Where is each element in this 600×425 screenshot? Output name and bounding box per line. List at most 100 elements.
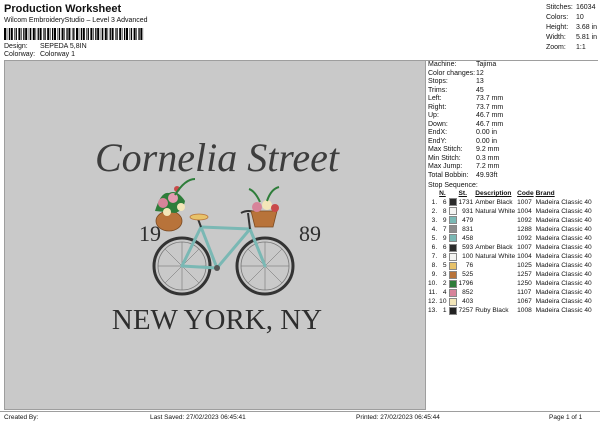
thread-brand: Madeira Classic 40 [535, 198, 593, 207]
stop-number: 7. [427, 253, 438, 262]
thread-brand: Madeira Classic 40 [535, 271, 593, 280]
stop-number: 1. [427, 198, 438, 207]
setting-label: Machine: [426, 61, 476, 70]
thread-code: 1025 [516, 262, 534, 271]
machine-setting-row: Total Bobbin:49.93ft [426, 172, 598, 181]
machine-setting-row: Max Jump:7.2 mm [426, 163, 598, 172]
stop-number: 9. [427, 271, 438, 280]
stitch-count: 403 [458, 298, 475, 307]
stop-number: 10. [427, 280, 438, 289]
needle-number: 4 [438, 289, 447, 298]
bicycle-illustration [154, 179, 293, 294]
thread-brand: Madeira Classic 40 [535, 298, 593, 307]
thread-color-swatch [449, 280, 457, 288]
stat-row: Colors:10 [546, 13, 597, 23]
color-swatch [448, 298, 458, 307]
stop-sequence-heading: Stop Sequence: [426, 181, 598, 190]
thread-color-swatch [449, 253, 457, 261]
needle-number: 9 [438, 216, 447, 225]
needle-number: 8 [438, 207, 447, 216]
bicycle-frame [182, 227, 265, 268]
thread-color-swatch [449, 307, 457, 315]
setting-label: Down: [426, 121, 476, 130]
colorway-label: Colorway: [4, 51, 38, 58]
table-row: 7.8100Natural White1004Madeira Classic 4… [427, 253, 593, 262]
stat-row: Height:3.68 in [546, 23, 597, 33]
thread-color-swatch [449, 207, 457, 215]
thread-color-swatch [449, 234, 457, 242]
setting-label: EndX: [426, 129, 476, 138]
thread-description: Natural White [474, 207, 516, 216]
column-header: Description [474, 190, 516, 198]
stop-number: 5. [427, 234, 438, 243]
bicycle-seat [190, 214, 208, 220]
flower-bouquet [155, 179, 195, 216]
setting-value: 9.2 mm [476, 146, 499, 155]
printed-date: Printed: 27/02/2023 06:45:44 [356, 414, 440, 421]
thread-description [474, 262, 516, 271]
thread-description: Ruby Black [474, 307, 516, 316]
setting-label: Stops: [426, 78, 476, 87]
stop-sequence-table: N. St. Description Code Brand 1.61731Amb… [427, 190, 593, 316]
last-saved: Last Saved: 27/02/2023 06:45:41 [150, 414, 246, 421]
design-stats: Stitches:16034 Colors:10 Height:3.68 in … [546, 3, 597, 53]
needle-number: 9 [438, 234, 447, 243]
table-row: 3.94791092Madeira Classic 40 [427, 216, 593, 225]
stitch-count: 931 [458, 207, 475, 216]
stitch-count: 479 [458, 216, 475, 225]
setting-label: Up: [426, 112, 476, 121]
setting-label: Left: [426, 95, 476, 104]
table-row: 12.104031067Madeira Classic 40 [427, 298, 593, 307]
table-row: 11.48521107Madeira Classic 40 [427, 289, 593, 298]
embroidery-design: Cornelia Street 19 89 [5, 61, 425, 409]
stitch-count: 593 [458, 244, 475, 253]
stat-row: Stitches:16034 [546, 3, 597, 13]
page-number: Page 1 of 1 [549, 414, 582, 421]
column-header: Code [516, 190, 534, 198]
setting-value: 7.2 mm [476, 163, 499, 172]
colorway-row: Colorway: Colorway 1 [4, 51, 75, 58]
machine-setting-row: Max Stitch:9.2 mm [426, 146, 598, 155]
design-preview: Cornelia Street 19 89 [4, 60, 426, 410]
table-row: 10.217961250Madeira Classic 40 [427, 280, 593, 289]
thread-description [474, 298, 516, 307]
setting-label: Color changes: [426, 70, 476, 79]
color-swatch [448, 280, 458, 289]
design-value: SEPEDA 5,8IN [40, 43, 87, 50]
thread-brand: Madeira Classic 40 [535, 307, 593, 316]
thread-code: 1250 [516, 280, 534, 289]
thread-code: 1007 [516, 198, 534, 207]
stitch-count: 1731 [458, 198, 475, 207]
machine-setting-row: Left:73.7 mm [426, 95, 598, 104]
software-subtitle: Wilcom EmbroideryStudio – Level 3 Advanc… [4, 17, 148, 24]
thread-color-swatch [449, 298, 457, 306]
stat-row: Zoom:1:1 [546, 43, 597, 53]
stitch-count: 458 [458, 234, 475, 243]
table-row: 1.61731Amber Black1007Madeira Classic 40 [427, 198, 593, 207]
setting-value: 45 [476, 87, 484, 96]
machine-setting-row: Down:46.7 mm [426, 121, 598, 130]
setting-value: 46.7 mm [476, 112, 503, 121]
thread-brand: Madeira Classic 40 [535, 207, 593, 216]
colorway-value: Colorway 1 [40, 51, 75, 58]
thread-color-swatch [449, 225, 457, 233]
color-swatch [448, 253, 458, 262]
column-header: Brand [535, 190, 593, 198]
color-swatch [448, 244, 458, 253]
needle-number: 5 [438, 262, 447, 271]
machine-setting-row: Color changes:12 [426, 70, 598, 79]
thread-brand: Madeira Classic 40 [535, 253, 593, 262]
color-swatch [448, 262, 458, 271]
thread-color-swatch [449, 216, 457, 224]
setting-value: 0.3 mm [476, 155, 499, 164]
machine-setting-row: Machine:Tajima [426, 61, 598, 70]
thread-code: 1008 [516, 307, 534, 316]
column-header: N. [438, 190, 447, 198]
setting-value: 73.7 mm [476, 104, 503, 113]
color-swatch [448, 198, 458, 207]
thread-description [474, 225, 516, 234]
thread-color-swatch [449, 271, 457, 279]
thread-description [474, 280, 516, 289]
setting-value: 0.00 in [476, 129, 497, 138]
stop-number: 2. [427, 207, 438, 216]
